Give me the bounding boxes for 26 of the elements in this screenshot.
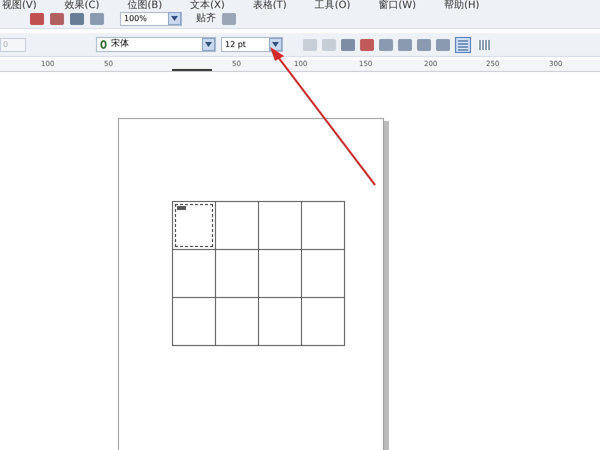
table-cell[interactable] [259,250,302,298]
zoom-field[interactable]: 100% [120,12,182,26]
table-cell[interactable] [259,202,302,250]
table-cell[interactable] [302,298,345,346]
table-cell[interactable] [216,250,259,298]
font-icon [100,40,107,49]
font-name: 宋体 [111,38,129,51]
font-size-field[interactable]: 12 pt [221,37,283,52]
horizontal-text-icon[interactable] [455,36,471,52]
table-cell[interactable] [216,298,259,346]
text-cursor-icon [177,206,186,210]
table-cell[interactable] [173,298,216,346]
table-cell[interactable] [259,298,302,346]
menu-item[interactable]: 视图(V) [2,1,37,9]
table-cell[interactable] [302,202,345,250]
table-cell[interactable] [173,250,216,298]
menu-item[interactable]: 位图(B) [127,1,162,9]
caret-icon[interactable] [202,38,215,51]
table-cell[interactable] [302,250,345,298]
snap-menu[interactable]: 贴齐 [196,11,216,26]
caret-icon[interactable] [168,12,181,25]
font-field[interactable]: 宋体 [96,37,216,52]
table-cell[interactable] [216,202,259,250]
menu-item[interactable]: 表格(T) [252,1,287,9]
menu-item[interactable]: 帮助(H) [444,1,480,9]
caret-icon[interactable] [269,38,282,51]
